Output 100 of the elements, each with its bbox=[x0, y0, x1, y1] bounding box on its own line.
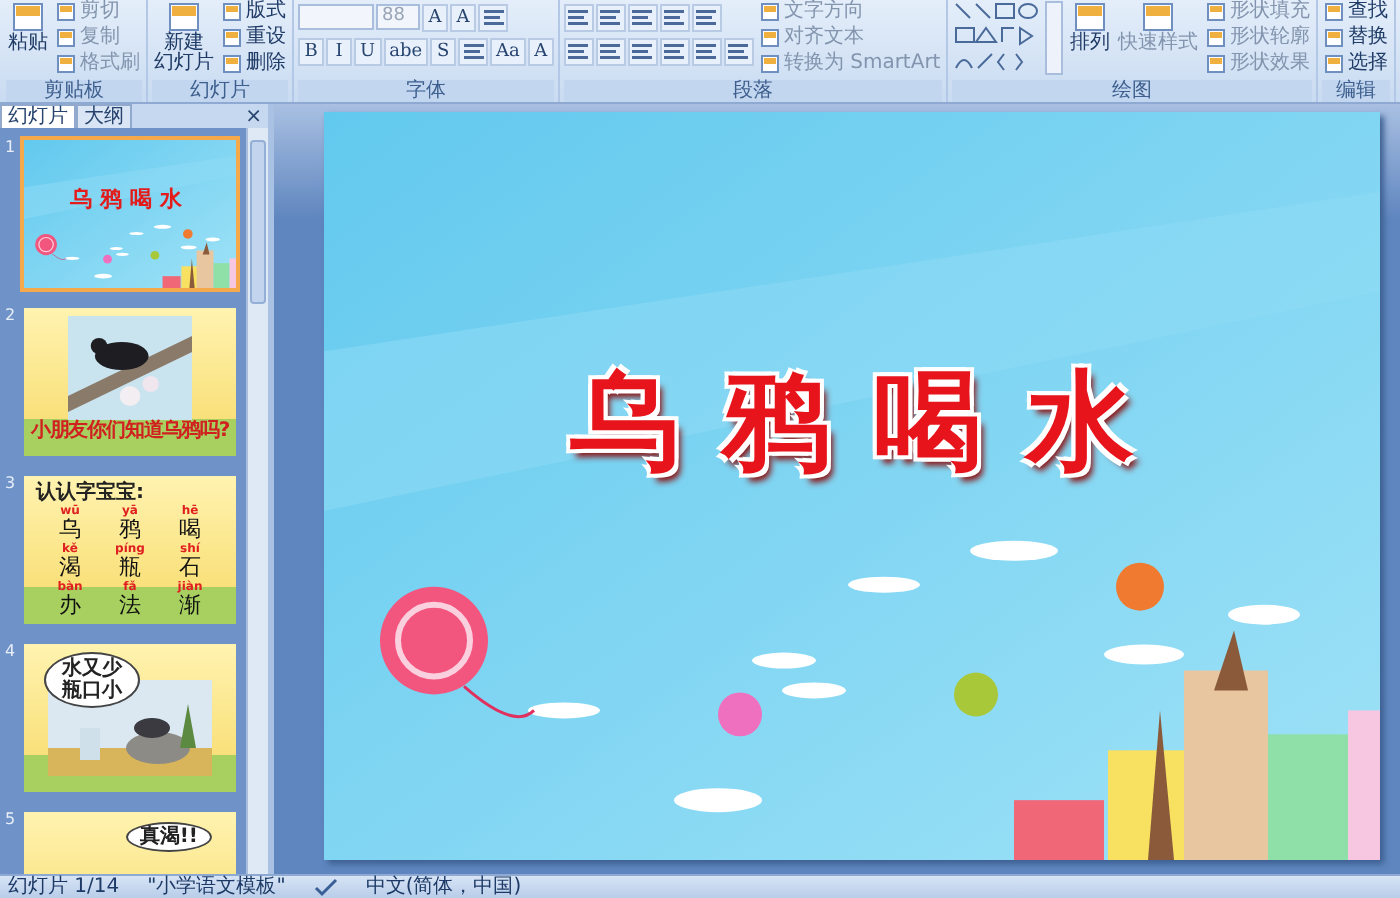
page-icon bbox=[1074, 2, 1107, 32]
paragraph-tool-button[interactable] bbox=[723, 38, 754, 66]
shapes-gallery-drawing bbox=[952, 0, 1065, 76]
page-icon bbox=[1324, 28, 1345, 48]
lines-icon bbox=[600, 44, 621, 60]
slide-title: 乌鸦喝水 bbox=[568, 356, 1178, 488]
lines-icon bbox=[664, 10, 685, 26]
format-button[interactable]: A bbox=[527, 38, 554, 66]
page-icon bbox=[1324, 54, 1345, 74]
group-label: 段落 bbox=[563, 80, 943, 102]
page-icon bbox=[56, 54, 76, 74]
page-icon bbox=[1206, 54, 1227, 74]
panel-tab[interactable]: 大纲 bbox=[76, 104, 132, 128]
bubble-text: 真渴!! bbox=[139, 826, 198, 848]
slide-counter: 幻灯片 1/14 bbox=[8, 876, 120, 898]
format-button[interactable]: Aa bbox=[490, 38, 526, 66]
format-button[interactable]: A bbox=[422, 4, 448, 32]
ribbon-button[interactable]: 版式 bbox=[220, 0, 288, 24]
page-icon bbox=[1206, 2, 1227, 22]
paragraph-tool-button[interactable] bbox=[595, 38, 626, 66]
ribbon-button[interactable]: 新建 幻灯片 bbox=[152, 0, 216, 76]
group-label: 编辑 bbox=[1322, 80, 1391, 102]
character-label: 喝 bbox=[179, 518, 201, 542]
paragraph-tool-button[interactable] bbox=[563, 38, 594, 66]
ribbon-button[interactable]: 排列 bbox=[1068, 0, 1113, 56]
group-label: 字体 bbox=[298, 80, 554, 102]
scrollbar[interactable] bbox=[246, 128, 268, 874]
page-icon bbox=[56, 2, 76, 22]
slide-number: 2 bbox=[2, 304, 18, 324]
page-icon bbox=[56, 28, 76, 48]
language-label: 中文(简体，中国) bbox=[365, 876, 522, 898]
ribbon-button[interactable]: 重设 bbox=[220, 26, 288, 50]
page-icon bbox=[222, 2, 242, 22]
lines-icon bbox=[664, 44, 685, 60]
lines-icon bbox=[632, 44, 653, 60]
ribbon-button[interactable]: 粘贴 bbox=[6, 0, 50, 56]
character-label: 瓶 bbox=[119, 556, 141, 580]
panel-tab[interactable]: 幻灯片 bbox=[0, 104, 76, 128]
format-button[interactable]: U bbox=[354, 38, 382, 66]
font-field[interactable] bbox=[298, 4, 374, 30]
paragraph-tool-button[interactable] bbox=[627, 4, 658, 32]
format-button[interactable]: I bbox=[326, 38, 352, 66]
character-label: 乌 bbox=[59, 518, 81, 542]
spellcheck-icon bbox=[313, 877, 338, 897]
paragraph-tool-button[interactable] bbox=[691, 4, 722, 32]
theme-name: "小学语文模板" bbox=[147, 876, 286, 898]
group-label: 剪贴板 bbox=[6, 80, 142, 102]
bubble-text: 瓶口小 bbox=[62, 680, 122, 702]
slide-caption: 小朋友你们知道乌鸦吗? bbox=[30, 420, 230, 444]
page-icon bbox=[1206, 28, 1227, 48]
ribbon-button[interactable]: 删除 bbox=[220, 52, 288, 76]
lines-icon bbox=[632, 10, 653, 26]
paragraph-tool-button[interactable] bbox=[627, 38, 658, 66]
lines-icon bbox=[600, 10, 621, 26]
page-icon bbox=[222, 28, 242, 48]
paragraph-tool-button[interactable] bbox=[595, 4, 626, 32]
paragraph-tool-button[interactable] bbox=[458, 38, 489, 66]
slide-number: 5 bbox=[2, 808, 18, 828]
paragraph-tool-button[interactable] bbox=[563, 4, 594, 32]
slide-number: 4 bbox=[2, 640, 18, 660]
paragraph-tool-button[interactable] bbox=[691, 38, 722, 66]
character-label: 法 bbox=[119, 594, 141, 618]
page-icon bbox=[1142, 2, 1175, 32]
format-button[interactable]: S bbox=[430, 38, 457, 66]
slide-thumbnail[interactable]: 真渴!! bbox=[20, 808, 240, 874]
page-icon bbox=[1324, 2, 1345, 22]
format-button[interactable]: A bbox=[450, 4, 476, 32]
page-icon bbox=[759, 54, 780, 74]
character-label: 渴 bbox=[59, 556, 81, 580]
character-label: 鸦 bbox=[119, 518, 141, 542]
lines-icon bbox=[568, 44, 589, 60]
group-label: 绘图 bbox=[952, 80, 1313, 102]
page-icon bbox=[12, 2, 44, 32]
slide-number: 3 bbox=[2, 472, 18, 492]
format-button[interactable]: abe bbox=[383, 38, 429, 66]
ribbon-button[interactable]: 查找 bbox=[1322, 0, 1391, 24]
page-icon bbox=[759, 28, 780, 48]
slide-title: 乌鸦喝水 bbox=[70, 184, 190, 214]
ribbon-button[interactable]: 替换 bbox=[1322, 26, 1391, 50]
bubble-text: 水又少 bbox=[62, 658, 122, 680]
lines-icon bbox=[728, 44, 749, 60]
lines-icon bbox=[696, 10, 717, 26]
character-label: 渐 bbox=[179, 594, 201, 618]
format-button[interactable]: B bbox=[298, 38, 324, 66]
paragraph-tool-button[interactable] bbox=[659, 4, 690, 32]
character-label: 办 bbox=[59, 594, 81, 618]
ribbon-button[interactable]: 选择 bbox=[1322, 52, 1391, 76]
lines-icon bbox=[568, 10, 589, 26]
page-icon bbox=[168, 2, 200, 32]
paragraph-tool-button[interactable] bbox=[659, 38, 690, 66]
slide-heading: 认认字宝宝: bbox=[36, 482, 144, 504]
page-icon bbox=[222, 54, 242, 74]
page-icon bbox=[759, 2, 780, 22]
character-label: 石 bbox=[179, 556, 201, 580]
paragraph-tool-button[interactable] bbox=[478, 4, 508, 32]
lines-icon bbox=[483, 10, 503, 26]
group-label: 幻灯片 bbox=[152, 80, 288, 102]
slide-number: 1 bbox=[2, 136, 18, 156]
slide-thumbnail[interactable]: 水又少 瓶口小 bbox=[20, 640, 240, 796]
close-button[interactable]: × bbox=[239, 108, 268, 128]
